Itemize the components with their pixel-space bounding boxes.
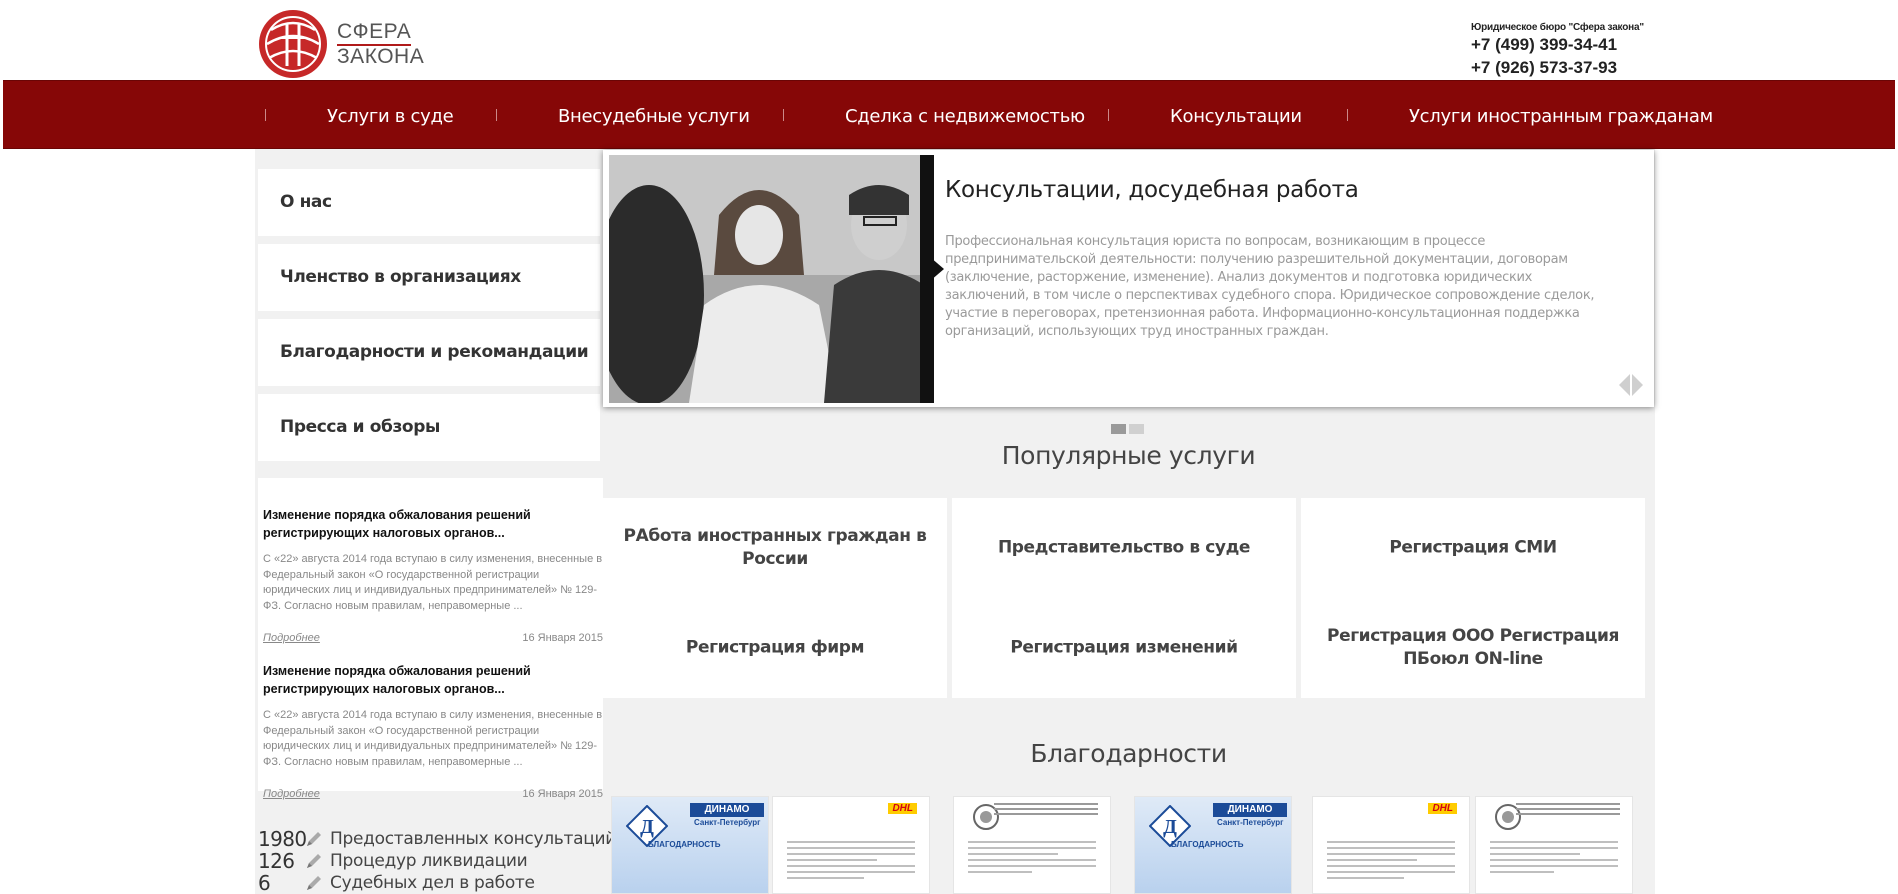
sidebar-item-thanks[interactable]: Благодарности и рекомандации [258, 319, 600, 386]
news-more-link[interactable]: Подробнее [263, 632, 320, 644]
slider-arrows-icon[interactable] [1616, 370, 1646, 400]
site-header: СФЕРА ЗАКОНА Юридическое бюро "Сфера зак… [0, 0, 1898, 80]
thanks-letter[interactable]: DHL [772, 796, 930, 894]
nav-separator [496, 109, 497, 121]
certificate-banner: ДИНАМО [690, 803, 764, 817]
nav-item-consultations[interactable]: Консультации [1170, 81, 1302, 150]
news-title[interactable]: Изменение порядка обжалования решений ре… [263, 506, 603, 542]
service-label: Регистрация СМИ [1389, 537, 1557, 558]
phone-2[interactable]: +7 (926) 573-37-93 [1471, 56, 1644, 79]
dhl-logo: DHL [1428, 803, 1457, 814]
letter-text-lines [968, 841, 1096, 877]
news-item: Изменение порядка обжалования решений ре… [263, 662, 603, 802]
slider-text: Профессиональная консультация юриста по … [945, 234, 1595, 339]
nav-item-real-estate[interactable]: Сделка с недвижемостью [845, 81, 1085, 150]
news-text: С «22» августа 2014 года вступаю в силу … [263, 553, 603, 612]
sidebar-item-about[interactable]: О нас [258, 169, 600, 236]
letter-header-lines [1516, 803, 1620, 818]
service-label: Представительство в суде [997, 537, 1251, 558]
certificate-city: Санкт-Петербург [1217, 818, 1284, 827]
thanks-certificate[interactable]: Д ДИНАМО Санкт-Петербург БЛАГОДАРНОСТЬ [611, 796, 769, 894]
thanks-letter[interactable] [1475, 796, 1633, 894]
stat-number: 6 [258, 871, 271, 894]
slider-title: Консультации, досудебная работа [945, 177, 1359, 203]
header-contacts: Юридическое бюро "Сфера закона" +7 (499)… [1471, 22, 1644, 79]
service-label: РАбота иностранных граждан в России [623, 526, 927, 569]
news-date: 16 Января 2015 [522, 632, 603, 644]
company-name: Юридическое бюро "Сфера закона" [1471, 22, 1644, 33]
svg-text:Д: Д [640, 816, 654, 838]
sidebar-item-membership[interactable]: Членство в организациях [258, 244, 600, 311]
stat-row: 6 Судебных дел в работе [258, 871, 616, 894]
service-foreign-workers[interactable]: РАбота иностранных граждан в России [603, 498, 947, 598]
stat-number: 126 [258, 849, 295, 873]
slider-dots [1111, 424, 1147, 434]
slider-dot[interactable] [1129, 424, 1144, 434]
letter-text-lines [1490, 841, 1618, 877]
slider-pointer-icon [930, 257, 944, 281]
nav-item-out-of-court[interactable]: Внесудебные услуги [558, 81, 750, 150]
news-date: 16 Января 2015 [522, 788, 603, 800]
service-court-representation[interactable]: Представительство в суде [952, 498, 1296, 598]
service-changes-registration[interactable]: Регистрация изменений [952, 598, 1296, 698]
thanks-certificate[interactable]: Д ДИНАМО Санкт-Петербург БЛАГОДАРНОСТЬ [1134, 796, 1292, 894]
service-label: Регистрация ООО Регистрация ПБоюл ON-lin… [1327, 626, 1619, 669]
nav-separator [783, 109, 784, 121]
pencil-icon [307, 854, 321, 868]
stats-counters: 1980 Предоставленных консультаций 126 Пр… [258, 827, 616, 894]
service-media-registration[interactable]: Регистрация СМИ [1301, 498, 1645, 598]
nav-separator [1108, 109, 1109, 121]
news-meta: Подробнее 16 Января 2015 [263, 788, 603, 802]
logo-line1: СФЕРА [337, 20, 412, 46]
stat-label: Процедур ликвидации [330, 851, 528, 871]
thanks-letter[interactable]: DHL [1312, 796, 1470, 894]
popular-services-title: Популярные услуги [1001, 441, 1256, 470]
logo-text: СФЕРА ЗАКОНА [337, 20, 425, 68]
svg-text:Д: Д [1163, 816, 1177, 838]
news-title[interactable]: Изменение порядка обжалования решений ре… [263, 662, 603, 698]
main-nav: Услуги в суде Внесудебные услуги Сделка … [3, 80, 1895, 149]
stat-label: Предоставленных консультаций [330, 829, 616, 849]
nav-separator [265, 109, 266, 121]
pencil-icon [307, 832, 321, 846]
nav-item-court[interactable]: Услуги в суде [327, 81, 454, 150]
certificate-city: Санкт-Петербург [694, 818, 761, 827]
stat-row: 1980 Предоставленных консультаций [258, 827, 616, 851]
news-meta: Подробнее 16 Января 2015 [263, 632, 603, 646]
pencil-icon [307, 876, 321, 890]
news-more-link[interactable]: Подробнее [263, 788, 320, 800]
news-text: С «22» августа 2014 года вступаю в силу … [263, 709, 603, 768]
certificate-banner: ДИНАМО [1213, 803, 1287, 817]
service-online-registration[interactable]: Регистрация ООО Регистрация ПБоюл ON-lin… [1301, 598, 1645, 698]
letter-header-lines [994, 803, 1098, 818]
certificate-caption: БЛАГОДАРНОСТЬ [648, 840, 721, 849]
stat-row: 126 Процедур ликвидации [258, 849, 616, 873]
letter-text-lines [787, 841, 915, 883]
thanks-title: Благодарности [1030, 739, 1227, 768]
nav-item-foreigners[interactable]: Услуги иностранным гражданам [1409, 81, 1713, 150]
slider-dot[interactable] [1111, 424, 1126, 434]
site-logo[interactable]: СФЕРА ЗАКОНА [257, 8, 427, 80]
service-label: Регистрация фирм [685, 637, 865, 658]
consultation-photo-icon [609, 155, 934, 403]
news-item: Изменение порядка обжалования решений ре… [263, 506, 603, 646]
slider-photo [609, 155, 934, 403]
logo-emblem-icon [259, 10, 327, 78]
nav-separator [1347, 109, 1348, 121]
hero-slider: Консультации, досудебная работа Професси… [603, 150, 1654, 407]
sidebar-item-press[interactable]: Пресса и обзоры [258, 394, 600, 461]
logo-line2: ЗАКОНА [337, 44, 425, 68]
dhl-logo: DHL [888, 803, 917, 814]
thanks-letter[interactable] [953, 796, 1111, 894]
letter-text-lines [1327, 841, 1455, 883]
stat-number: 1980 [258, 827, 307, 851]
service-company-registration[interactable]: Регистрация фирм [603, 598, 947, 698]
phone-1[interactable]: +7 (499) 399-34-41 [1471, 33, 1644, 56]
certificate-caption: БЛАГОДАРНОСТЬ [1171, 840, 1244, 849]
stat-label: Судебных дел в работе [330, 873, 535, 893]
service-label: Регистрация изменений [1010, 637, 1238, 658]
